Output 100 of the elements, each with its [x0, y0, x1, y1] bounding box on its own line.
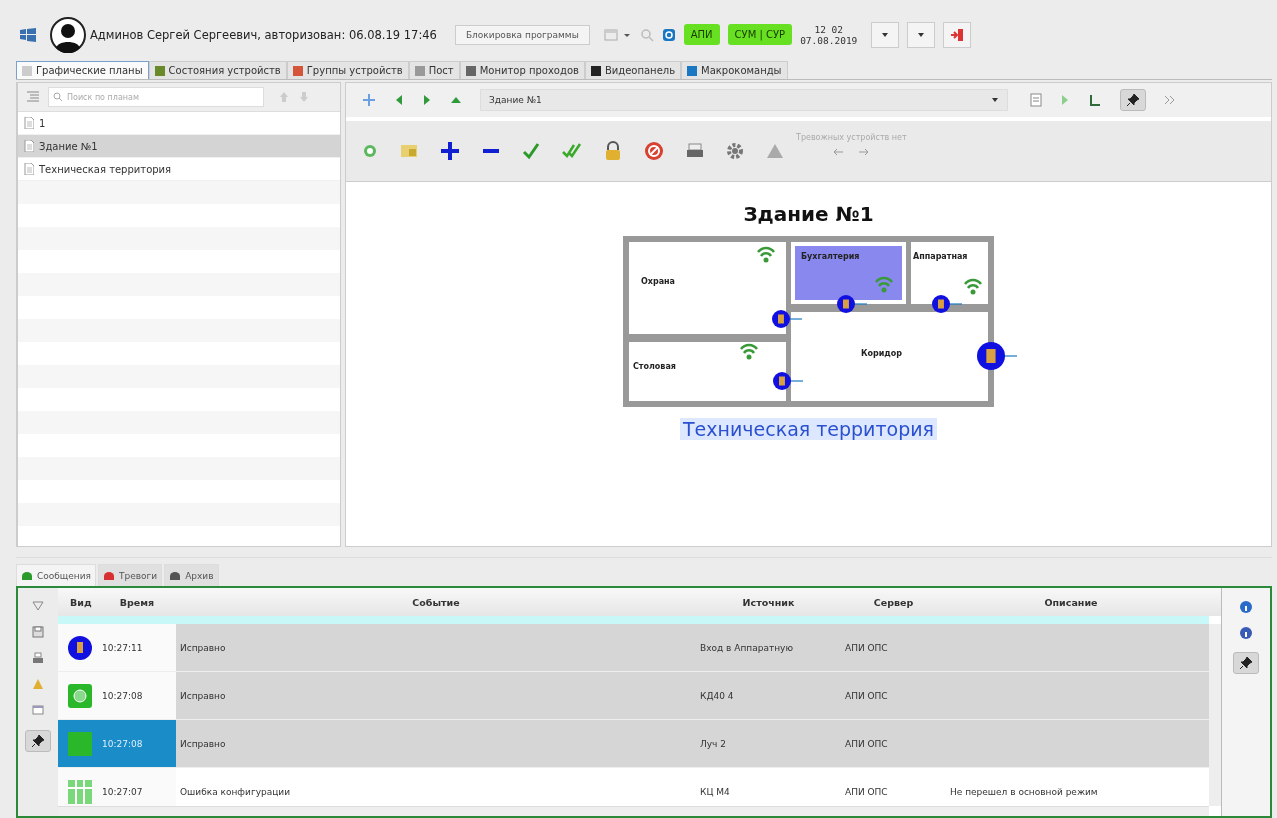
clock-date: 07.08.2019	[800, 34, 858, 46]
move-up-icon[interactable]	[278, 91, 290, 104]
source-cell-text: Луч 2	[699, 737, 727, 751]
column-header[interactable]: Событие	[176, 588, 696, 616]
status-badge: СУМ | СУР	[727, 24, 793, 46]
lock-icon[interactable]	[604, 141, 622, 162]
tab-icon	[292, 65, 303, 76]
tab[interactable]: Архив	[164, 564, 219, 586]
tab[interactable]: Графические планы	[16, 60, 149, 80]
warning-icon[interactable]	[32, 678, 44, 690]
pin-button[interactable]	[25, 730, 51, 752]
pin-icon	[31, 734, 45, 748]
server-cell-text: АПИ ОПС	[844, 785, 889, 799]
tree-icon[interactable]	[26, 90, 40, 105]
search-icon[interactable]	[639, 27, 654, 42]
next-arrow-icon[interactable]	[858, 148, 871, 156]
caret-icon	[881, 31, 890, 38]
info-icon[interactable]	[1239, 626, 1253, 640]
cursor-icon[interactable]	[1088, 93, 1102, 108]
source-cell-text: Вход в Аппаратную	[699, 641, 794, 655]
document-icon[interactable]	[1030, 93, 1042, 108]
column-header[interactable]: Описание	[946, 588, 1196, 616]
source-cell-text: КЦ М4	[699, 785, 731, 799]
move-down-icon[interactable]	[298, 91, 310, 104]
dropdown-button[interactable]	[907, 21, 936, 48]
more-icon[interactable]	[1164, 95, 1176, 106]
tab-icon	[414, 65, 425, 76]
tab-icon	[687, 65, 698, 76]
description-cell-text: Не перешел в основной режим	[949, 785, 1099, 799]
column-header[interactable]: Вид	[58, 588, 98, 616]
target-icon[interactable]	[362, 143, 378, 160]
tab[interactable]: Группы устройств	[286, 60, 409, 80]
save-icon[interactable]	[32, 626, 44, 638]
vertical-scrollbar[interactable]	[1209, 624, 1221, 806]
plan-title: Здание №1	[743, 202, 874, 227]
document-icon	[24, 163, 34, 176]
plus-icon[interactable]	[440, 141, 460, 162]
tab-icon	[465, 65, 476, 76]
door-icon	[67, 634, 93, 661]
plan-item[interactable]: Здание №1	[18, 135, 340, 159]
pin-button[interactable]	[1233, 652, 1259, 674]
play-icon[interactable]	[1060, 94, 1070, 107]
up-icon[interactable]	[450, 95, 462, 106]
printer-icon[interactable]	[32, 652, 44, 664]
document-icon	[24, 140, 34, 153]
filter-icon[interactable]	[32, 600, 44, 612]
event-cell-text: Исправно	[179, 689, 227, 703]
plan-item[interactable]: Техническая территория	[18, 158, 340, 182]
column-header[interactable]: Сервер	[841, 588, 946, 616]
double-check-icon[interactable]	[562, 142, 582, 161]
pin-button[interactable]	[1120, 89, 1146, 112]
column-header[interactable]: Время	[98, 588, 176, 616]
plan-link[interactable]: Техническая территория	[680, 418, 937, 441]
tab[interactable]: Видеопанель	[584, 60, 682, 80]
warning-icon[interactable]	[766, 143, 784, 160]
tab[interactable]: Макрокоманды	[681, 60, 788, 80]
tab[interactable]: Пост	[408, 60, 460, 80]
time-cell: 10:27:08	[98, 672, 176, 719]
event-cell-text: Исправно	[179, 641, 227, 655]
source-cell-text: КД40 4	[699, 689, 735, 703]
forward-icon[interactable]	[422, 94, 432, 107]
bell-icon	[103, 570, 115, 581]
image-icon[interactable]	[400, 143, 418, 160]
info-icon[interactable]	[1239, 600, 1253, 614]
tab[interactable]: Сообщения	[16, 564, 96, 586]
plan-dropdown[interactable]: Здание №1	[480, 89, 1008, 112]
search-icon	[53, 92, 63, 103]
exit-button[interactable]	[943, 21, 972, 48]
pin-icon	[1126, 93, 1140, 108]
settings-icon[interactable]	[726, 142, 744, 161]
windows-icon[interactable]	[20, 27, 36, 42]
window-menu-icon[interactable]	[603, 27, 632, 42]
stop-icon[interactable]	[644, 141, 664, 162]
clock-time: 12 02	[814, 23, 844, 35]
dropdown-button[interactable]	[871, 21, 900, 48]
avatar-icon	[50, 16, 86, 53]
tab[interactable]: Монитор проходов	[459, 60, 585, 80]
grid-icon	[67, 778, 93, 805]
move-icon[interactable]	[362, 93, 376, 108]
lock-button[interactable]: Блокировка программы	[454, 24, 590, 45]
server-cell-text: АПИ ОПС	[844, 641, 889, 655]
module-icon	[67, 682, 93, 709]
zone-icon	[67, 730, 93, 757]
server-cell-text: АПИ ОПС	[844, 737, 889, 751]
column-header[interactable]: Источник	[696, 588, 841, 616]
time-cell: 10:27:08	[98, 720, 176, 767]
pin-icon	[1239, 656, 1253, 670]
printer-icon[interactable]	[686, 143, 704, 160]
window-icon[interactable]	[32, 704, 44, 716]
refresh-icon[interactable]	[661, 27, 676, 42]
previous-arrow-icon[interactable]	[832, 148, 845, 156]
exit-icon	[950, 27, 965, 42]
tab[interactable]: Состояния устройств	[148, 60, 287, 80]
tab[interactable]: Тревоги	[98, 564, 163, 586]
caret-icon	[917, 31, 926, 38]
back-icon[interactable]	[394, 94, 404, 107]
event-cell-text: Исправно	[179, 737, 227, 751]
check-icon[interactable]	[522, 142, 540, 161]
search-field[interactable]: Поиск по планам	[48, 87, 264, 108]
horizontal-scrollbar[interactable]	[58, 806, 1209, 816]
